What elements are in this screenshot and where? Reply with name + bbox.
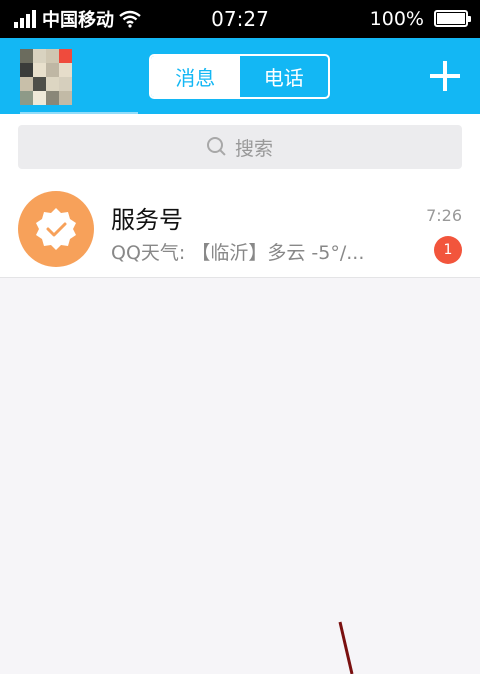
conversation-list-item[interactable]: 服务号 QQ天气: 【临沂】多云 -5°/... 7:26 1 <box>0 182 480 278</box>
conversation-title: 服务号 <box>111 206 183 234</box>
conversation-time: 7:26 <box>426 206 462 225</box>
empty-list-area <box>0 278 480 674</box>
search-input[interactable]: 搜索 <box>18 125 462 169</box>
annotation-pen-stroke <box>338 621 354 674</box>
battery-percent: 100% <box>369 8 424 30</box>
status-bar: 中国移动 07:27 100% <box>0 0 480 38</box>
user-avatar[interactable] <box>20 49 72 105</box>
search-icon <box>206 137 227 157</box>
battery-icon <box>434 10 471 27</box>
conversation-preview: QQ天气: 【临沂】多云 -5°/... <box>111 242 365 264</box>
service-account-avatar <box>18 191 94 267</box>
search-container: 搜索 <box>0 114 480 182</box>
battery-level-fill <box>437 13 465 24</box>
search-placeholder: 搜索 <box>234 137 273 160</box>
top-navigation-bar: 消息 电话 <box>0 38 480 115</box>
add-plus-icon[interactable] <box>428 59 462 93</box>
verified-badge-icon <box>36 208 76 250</box>
message-call-segmented-control: 消息 电话 <box>149 54 330 99</box>
wifi-icon <box>119 10 141 28</box>
tab-calls[interactable]: 电话 <box>240 56 329 97</box>
tab-messages[interactable]: 消息 <box>151 56 240 97</box>
signal-icon <box>14 10 36 28</box>
unread-count-badge: 1 <box>434 236 462 264</box>
carrier-label: 中国移动 <box>42 10 114 31</box>
